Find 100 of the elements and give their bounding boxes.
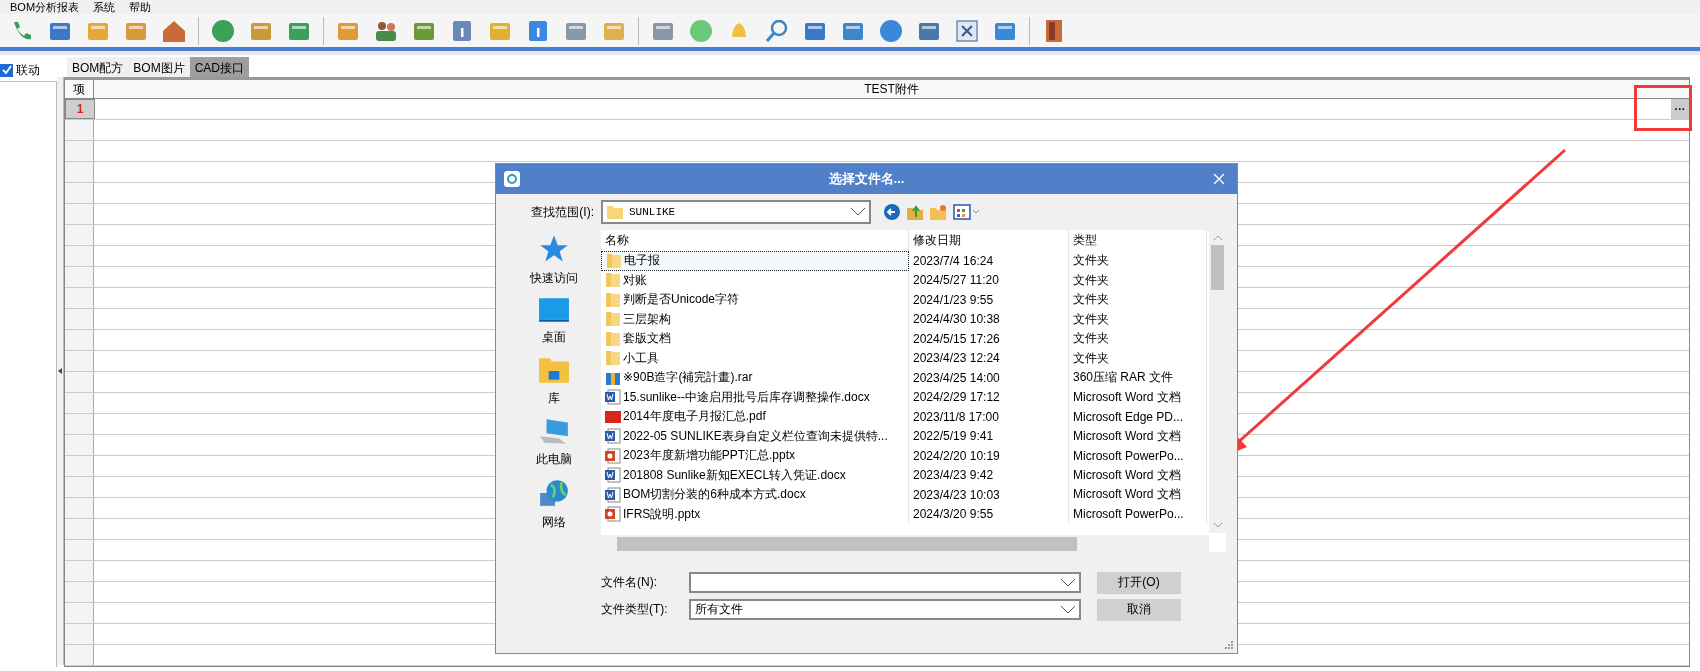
look-in-label: 查找范围(I):	[530, 203, 594, 221]
scrollbar-thumb[interactable]	[617, 536, 1077, 551]
file-type: Microsoft Word 文档	[1069, 387, 1207, 407]
row-header[interactable]	[65, 582, 94, 602]
row-header[interactable]	[65, 603, 94, 623]
desktop-icon	[537, 297, 570, 323]
cancel-button[interactable]: 取消	[1097, 598, 1181, 621]
file-name[interactable]: 201808 Sunlike新知EXECL转入凭证.docx	[601, 465, 909, 485]
scroll-up-icon[interactable]	[1213, 235, 1222, 240]
row-header[interactable]	[65, 288, 94, 308]
file-type: 文件夹	[1069, 348, 1207, 368]
places-label: 库	[547, 390, 560, 407]
menu-item[interactable]: 系统	[93, 0, 116, 14]
row-header[interactable]	[65, 225, 94, 245]
filetype-dropdown[interactable]: 所有文件	[689, 599, 1081, 620]
places-item[interactable]: 库	[537, 356, 570, 407]
file-type: 文件夹	[1069, 251, 1207, 271]
file-type: 360压缩 RAR 文件	[1069, 368, 1207, 388]
row-header[interactable]	[65, 120, 94, 140]
file-name[interactable]: 2023年度新增功能PPT汇总.pptx	[601, 446, 909, 466]
view-menu-icon[interactable]	[953, 204, 981, 220]
file-name[interactable]: IFRS說明.pptx	[601, 504, 909, 524]
checkbox[interactable]	[0, 63, 13, 77]
horizontal-scrollbar[interactable]	[601, 535, 1209, 552]
file-name[interactable]: 15.sunlike--中途启用批号后库存调整操作.docx	[601, 387, 909, 407]
link-checkbox[interactable]: 联动	[0, 59, 57, 81]
close-icon[interactable]	[1213, 173, 1225, 185]
row-header[interactable]	[65, 183, 94, 203]
tab[interactable]: BOM配方	[67, 57, 129, 77]
tab[interactable]: BOM图片	[128, 57, 190, 77]
filetype-label: 文件类型(T):	[601, 601, 669, 618]
scrollbar-thumb[interactable]	[1211, 245, 1224, 290]
word-document-icon	[605, 467, 621, 484]
chevron-down-icon	[851, 208, 865, 216]
places-label: 桌面	[541, 329, 566, 346]
up-folder-icon[interactable]	[907, 204, 923, 220]
places-item[interactable]: 快速访问	[529, 234, 578, 287]
word-document-icon	[605, 428, 621, 445]
file-name[interactable]: 三层架构	[601, 309, 909, 329]
row-header[interactable]	[65, 477, 94, 497]
file-date: 2024/2/29 17:12	[909, 387, 1069, 407]
computer-icon	[537, 417, 570, 445]
file-name[interactable]: 2022-05 SUNLIKE表身自定义栏位查询未提供特...	[601, 426, 909, 446]
menu-item[interactable]: BOM分析报表	[10, 0, 80, 14]
row-header[interactable]	[65, 498, 94, 518]
look-in-dropdown[interactable]: SUNLIKE	[601, 200, 871, 224]
row-header[interactable]	[65, 624, 94, 644]
file-name[interactable]: 对账	[601, 270, 909, 290]
menu-item[interactable]: 帮助	[129, 0, 152, 14]
star-icon	[538, 234, 569, 264]
collapse-arrow-icon[interactable]	[58, 368, 62, 374]
file-name[interactable]: 小工具	[601, 348, 909, 368]
row-header[interactable]	[65, 645, 94, 665]
row-header[interactable]	[65, 435, 94, 455]
places-item[interactable]: 网络	[537, 478, 570, 531]
row-header[interactable]	[65, 162, 94, 182]
row-header[interactable]	[65, 561, 94, 581]
file-date: 2024/4/30 10:38	[909, 309, 1069, 329]
file-date: 2023/4/23 10:03	[909, 485, 1069, 505]
file-type: Microsoft Word 文档	[1069, 426, 1207, 446]
file-date: 2023/4/23 12:24	[909, 348, 1069, 368]
column-header[interactable]: 修改日期	[909, 230, 1069, 251]
filename-field[interactable]	[689, 572, 1081, 593]
row-header[interactable]	[65, 309, 94, 329]
file-name[interactable]: BOM切割分装的6种成本方式.docx	[601, 485, 909, 505]
column-header[interactable]: 类型	[1069, 230, 1207, 251]
row-header[interactable]	[65, 204, 94, 224]
file-type: Microsoft PowerPo...	[1069, 446, 1207, 466]
dialog-title: 选择文件名...	[827, 170, 906, 188]
file-name[interactable]: 套版文档	[601, 329, 909, 349]
highlight-box	[1634, 85, 1692, 131]
new-folder-icon[interactable]	[930, 204, 946, 220]
file-name[interactable]: ※90B造字(補完計畫).rar	[601, 368, 909, 388]
tab[interactable]: CAD接口	[189, 57, 250, 77]
scroll-down-icon[interactable]	[1213, 523, 1222, 528]
file-date: 2023/7/4 16:24	[909, 251, 1069, 271]
row-header[interactable]	[65, 540, 94, 560]
resize-grip-icon[interactable]	[1225, 641, 1233, 649]
browse-button[interactable]: ···	[1671, 99, 1689, 119]
row-header[interactable]	[65, 456, 94, 476]
back-icon[interactable]	[884, 204, 900, 220]
places-item[interactable]: 桌面	[537, 297, 570, 346]
row-header[interactable]	[65, 141, 94, 161]
column-header: TEST附件	[863, 80, 920, 98]
row-header[interactable]	[65, 330, 94, 350]
globe-icon	[537, 478, 570, 508]
row-header[interactable]	[65, 267, 94, 287]
app-icon	[504, 171, 520, 187]
file-name[interactable]: 电子报	[601, 251, 909, 271]
row-header[interactable]	[65, 519, 94, 539]
file-name[interactable]: 判断是否Unicode字符	[601, 290, 909, 310]
row-header[interactable]	[65, 393, 94, 413]
row-header[interactable]	[65, 246, 94, 266]
file-date: 2023/11/8 17:00	[909, 407, 1069, 427]
file-type: 文件夹	[1069, 329, 1207, 349]
file-name[interactable]: 2014年度电子月报汇总.pdf	[601, 407, 909, 427]
file-date: 2024/3/20 9:55	[909, 504, 1069, 524]
row-header[interactable]	[65, 414, 94, 434]
places-item[interactable]: 此电脑	[535, 417, 572, 468]
open-button[interactable]: 打开(O)	[1097, 571, 1181, 594]
